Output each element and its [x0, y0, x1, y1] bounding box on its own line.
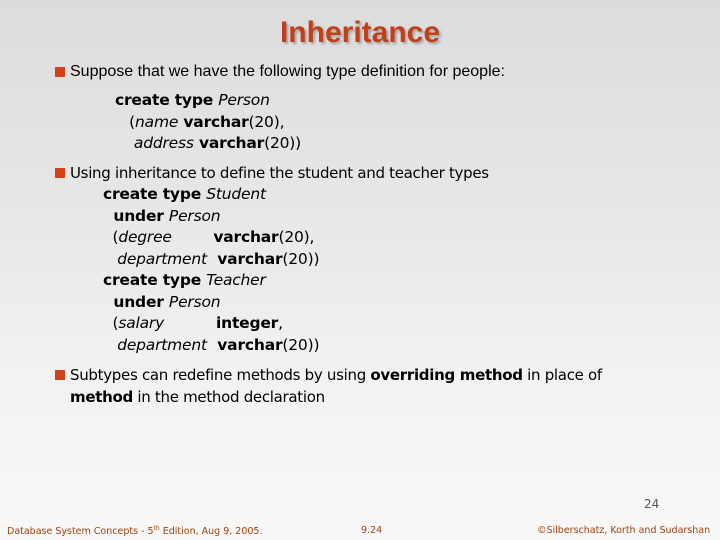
- bullet-3-text: Subtypes can redefine methods by using o…: [70, 364, 602, 386]
- text-run: [103, 336, 117, 354]
- text-run: (20)): [282, 249, 320, 268]
- code-line: create type Person: [115, 90, 301, 112]
- bullet-marker: [55, 168, 65, 178]
- text-run: (20)): [282, 335, 320, 354]
- keyword: integer: [164, 314, 279, 332]
- keyword: varchar: [206, 249, 283, 268]
- code-line: under Person: [103, 292, 319, 314]
- text-run: (20),: [248, 112, 285, 131]
- keyword: varchar: [206, 335, 283, 354]
- keyword: create type: [115, 91, 219, 109]
- bullet-3-text-cont: method in the method declaration: [70, 386, 325, 408]
- text-run: [103, 250, 117, 268]
- identifier: department: [117, 335, 207, 354]
- text-run: (: [103, 228, 119, 246]
- keyword: method: [70, 388, 133, 406]
- footer-left-post: Edition, Aug 9, 2005.: [159, 526, 263, 538]
- keyword: create type: [103, 185, 207, 203]
- keyword: under: [103, 292, 169, 311]
- keyword: under: [103, 206, 169, 225]
- text-run: (: [115, 112, 136, 131]
- keyword: varchar: [193, 134, 265, 152]
- page-number: 24: [644, 497, 660, 511]
- text-run: Subtypes can redefine methods by using: [70, 366, 371, 384]
- identifier: salary: [118, 314, 165, 332]
- keyword: create type: [103, 271, 207, 289]
- code-line: create type Teacher: [103, 270, 319, 292]
- text-run: in place of: [522, 366, 602, 384]
- bullet-2-text: Using inheritance to define the student …: [70, 164, 489, 182]
- bullet-1-text: Suppose that we have the following type …: [70, 63, 505, 80]
- identifier: department: [117, 249, 207, 268]
- code-line: (degree varchar(20),: [103, 227, 319, 249]
- footer-right: ©Silberschatz, Korth and Sudarshan: [537, 525, 711, 536]
- identifier: Person: [168, 292, 221, 311]
- text-run: ,: [278, 314, 283, 332]
- bullet-marker: [55, 67, 65, 77]
- text-run: (: [103, 314, 119, 332]
- identifier: degree: [118, 228, 172, 246]
- identifier: Person: [218, 91, 270, 109]
- text-run: (20),: [278, 228, 315, 246]
- code-line: department varchar(20)): [103, 335, 319, 357]
- bullet-marker: [55, 370, 65, 380]
- keyword: varchar: [178, 112, 249, 131]
- code-block-person: create type Person (name varchar(20), ad…: [115, 90, 301, 155]
- code-line: create type Student: [103, 184, 319, 206]
- identifier: Person: [168, 206, 221, 225]
- code-line: address varchar(20)): [115, 133, 301, 155]
- identifier: Student: [206, 185, 266, 203]
- identifier: Teacher: [206, 271, 266, 289]
- identifier: name: [135, 112, 179, 131]
- code-line: under Person: [103, 206, 319, 228]
- slide-title: Inheritance: [279, 16, 441, 49]
- footer-left: Database System Concepts - 5th Edition, …: [7, 525, 262, 537]
- identifier: address: [133, 134, 194, 152]
- code-line: (name varchar(20),: [115, 112, 301, 134]
- code-line: (salary integer,: [103, 313, 319, 335]
- text-run: [115, 134, 134, 152]
- code-line: department varchar(20)): [103, 249, 319, 271]
- keyword: overriding method: [370, 366, 523, 384]
- keyword: varchar: [171, 228, 279, 246]
- text-run: (20)): [264, 134, 301, 152]
- code-block-student-teacher: create type Student under Person (degree…: [103, 184, 319, 356]
- footer-left-pre: Database System Concepts - 5: [7, 526, 154, 538]
- text-run: in the method declaration: [132, 388, 325, 406]
- footer-center: 9.24: [361, 525, 383, 536]
